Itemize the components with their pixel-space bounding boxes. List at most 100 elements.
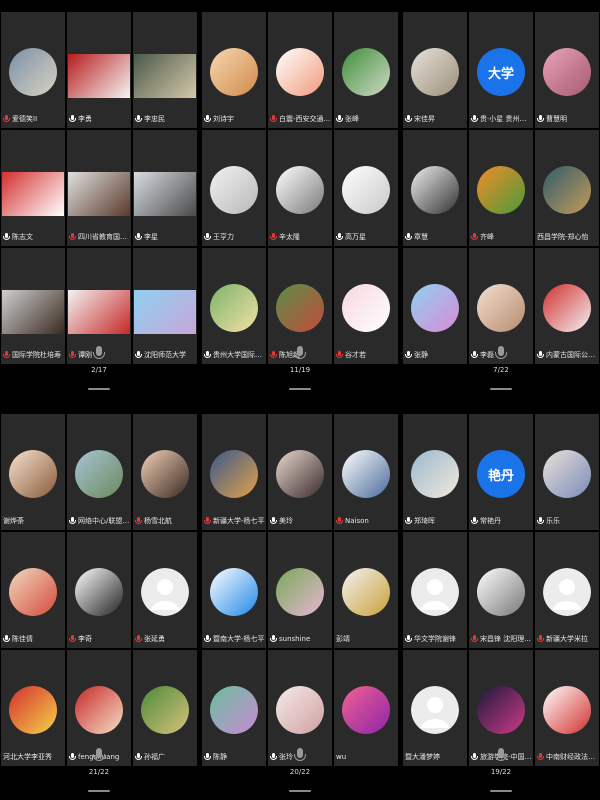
mic-icon	[69, 752, 76, 762]
participant-tile[interactable]: 乐乐	[535, 414, 599, 530]
participant-tile[interactable]: 西昌学院-郑心怡	[535, 130, 599, 246]
participant-name: 彭靖	[336, 635, 350, 643]
participant-tile[interactable]: 张静	[403, 248, 467, 364]
mic-icon	[204, 114, 211, 124]
participant-tile[interactable]: 新疆大学-杨七平	[202, 414, 266, 530]
participant-avatar	[411, 686, 459, 734]
default-person-icon	[543, 568, 591, 616]
mic-icon	[135, 232, 142, 242]
home-indicator-bar[interactable]	[88, 388, 110, 390]
participant-avatar	[9, 48, 57, 96]
participant-name: wu	[336, 753, 347, 761]
microphone-icon[interactable]	[92, 346, 106, 364]
participant-tile[interactable]: 白震-西安交通...	[268, 12, 332, 128]
participant-tile[interactable]: 辛太隆	[268, 130, 332, 246]
participant-label: 乐乐	[537, 515, 598, 527]
participant-tile[interactable]: 爱德笑II	[1, 12, 65, 128]
participant-label: 杨雪北航	[135, 515, 196, 527]
participant-label: 常艳丹	[471, 515, 532, 527]
participant-tile[interactable]: 网络中心/联盟秘...	[67, 414, 131, 530]
participant-name: 李勇	[78, 115, 92, 123]
participant-name: 谷才若	[345, 351, 366, 359]
participant-name: 新疆大学米拉	[546, 635, 588, 643]
home-indicator-bar[interactable]	[490, 388, 512, 390]
participant-tile[interactable]: Naison	[334, 414, 398, 530]
mic-muted-icon	[270, 350, 277, 360]
microphone-icon[interactable]	[92, 748, 106, 766]
participant-tile[interactable]: 陈佳倩	[1, 532, 65, 648]
microphone-icon[interactable]	[494, 346, 508, 364]
participant-tile[interactable]: 刘诗宇	[202, 12, 266, 128]
participant-tile[interactable]: 谷才若	[334, 248, 398, 364]
participant-text-avatar: 艳丹	[477, 450, 525, 498]
participant-tile[interactable]: 李星	[133, 130, 197, 246]
participant-tile[interactable]: 沈阳师范大学	[133, 248, 197, 364]
participant-tile[interactable]: 贵州大学国际教...	[202, 248, 266, 364]
microphone-icon[interactable]	[494, 748, 508, 766]
home-indicator-bar[interactable]	[289, 790, 311, 792]
participant-tile[interactable]: 曹慧明	[535, 12, 599, 128]
participant-tile[interactable]: 谢烨荼	[1, 414, 65, 530]
mic-icon	[471, 516, 478, 526]
home-indicator-bar[interactable]	[88, 790, 110, 792]
participant-name: 常艳丹	[480, 517, 501, 525]
participant-tile[interactable]: 中南财经政法大...	[535, 650, 599, 766]
mic-icon	[336, 232, 343, 242]
participant-name: 陈志文	[12, 233, 33, 241]
participant-tile[interactable]: 内蒙古国际公共关...	[535, 248, 599, 364]
participant-label: 李奇	[69, 633, 130, 645]
participant-tile[interactable]: 杨雪北航	[133, 414, 197, 530]
mic-icon	[336, 114, 343, 124]
participant-name: 李忠民	[144, 115, 165, 123]
participant-tile[interactable]: 暨大潘梦婷	[403, 650, 467, 766]
participant-avatar	[210, 284, 258, 332]
participant-tile[interactable]: 陈志文	[1, 130, 65, 246]
participant-tile[interactable]: 新疆大学米拉	[535, 532, 599, 648]
participant-label: 李勇	[69, 113, 130, 125]
participant-tile[interactable]: 孙福广	[133, 650, 197, 766]
participant-tile[interactable]: 李忠民	[133, 12, 197, 128]
participant-name: 网络中心/联盟秘...	[78, 517, 130, 525]
participant-tile[interactable]: 张峰	[334, 12, 398, 128]
participant-avatar	[75, 686, 123, 734]
participant-tile[interactable]: 张延勇	[133, 532, 197, 648]
participant-tile[interactable]: 彭靖	[334, 532, 398, 648]
participant-tile[interactable]: 河北大学李亚秀	[1, 650, 65, 766]
home-indicator-bar[interactable]	[289, 388, 311, 390]
participant-tile[interactable]: 李勇	[67, 12, 131, 128]
participant-tile[interactable]: sunshine	[268, 532, 332, 648]
participant-tile[interactable]: 宋昌锋 沈阳理...	[469, 532, 533, 648]
mic-icon	[270, 516, 277, 526]
participant-tile[interactable]: wu	[334, 650, 398, 766]
participant-tile[interactable]: 大学贵·小星 贵州财经大...	[469, 12, 533, 128]
participant-name: 内蒙古国际公共关...	[546, 351, 598, 359]
participant-tile[interactable]: 高万星	[334, 130, 398, 246]
participant-tile[interactable]: 暨南大学-杨七平	[202, 532, 266, 648]
mic-muted-icon	[336, 516, 343, 526]
mic-muted-icon	[471, 232, 478, 242]
participant-label: 沈阳师范大学	[135, 349, 196, 361]
participant-tile[interactable]: 李奇	[67, 532, 131, 648]
participant-tile[interactable]: 陈静	[202, 650, 266, 766]
microphone-icon[interactable]	[293, 748, 307, 766]
participant-tile[interactable]: 齐峰	[469, 130, 533, 246]
participant-tile[interactable]: 美玲	[268, 414, 332, 530]
participant-tile[interactable]: 四川省教育国际...	[67, 130, 131, 246]
participant-name: sunshine	[279, 635, 311, 643]
mic-icon	[270, 634, 277, 644]
home-indicator-bar[interactable]	[490, 790, 512, 792]
participant-tile[interactable]: 郑琦晖	[403, 414, 467, 530]
participant-label: 河北大学李亚秀	[3, 751, 64, 763]
participant-label: 网络中心/联盟秘...	[69, 515, 130, 527]
participant-label: sunshine	[270, 633, 331, 645]
participant-name: 李星	[144, 233, 158, 241]
participant-tile[interactable]: 王亨力	[202, 130, 266, 246]
participant-tile[interactable]: 华文学院谢锋	[403, 532, 467, 648]
microphone-icon[interactable]	[293, 346, 307, 364]
participant-tile[interactable]: 艳丹 常艳丹	[469, 414, 533, 530]
participant-tile[interactable]: 宋佳昇	[403, 12, 467, 128]
participant-label: 贵州大学国际教...	[204, 349, 265, 361]
participant-tile[interactable]: 章慧	[403, 130, 467, 246]
participant-label: 华文学院谢锋	[405, 633, 466, 645]
participant-tile[interactable]: 国际学院杜培寿	[1, 248, 65, 364]
